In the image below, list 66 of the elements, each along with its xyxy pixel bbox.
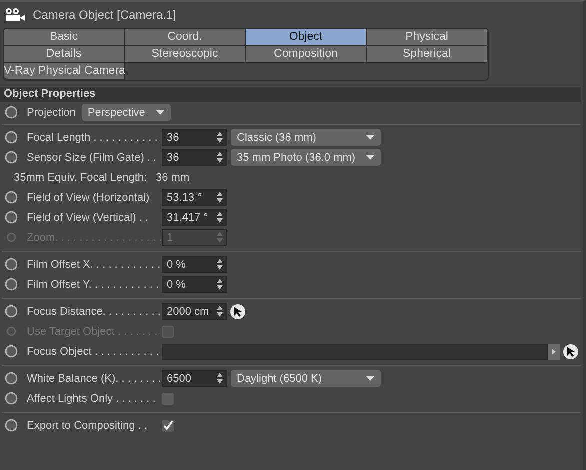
circle-icon[interactable] [5,345,18,358]
circle-icon[interactable] [5,191,18,204]
circle-icon[interactable] [5,106,18,119]
caret-icon [366,135,375,140]
circle-icon[interactable] [5,305,18,318]
film-camera-icon [5,8,25,22]
preset-dropdown[interactable]: Daylight (6500 K) [231,370,381,387]
projection-dropdown[interactable]: Perspective [82,104,171,121]
tab[interactable]: Coord. [125,29,246,46]
circle-icon[interactable] [5,211,18,224]
tab[interactable]: Details [4,46,125,63]
spinner-icon[interactable] [217,152,223,163]
spinner-icon[interactable] [217,306,223,317]
tab[interactable]: V-Ray Physical Camera [4,63,125,80]
tab[interactable]: Basic [4,29,125,46]
number-field[interactable]: 36 [162,129,227,146]
circle-icon[interactable] [5,258,18,271]
number-field[interactable]: 6500 [162,370,227,387]
number-field[interactable]: 36 [162,149,227,166]
tab[interactable]: Composition [246,46,367,63]
circle-icon[interactable] [5,278,18,291]
window-title: Camera Object [Camera.1] [33,8,176,22]
preset-dropdown[interactable]: Classic (36 mm) [231,129,381,146]
caret-icon [366,155,375,160]
field-label: White Balance (K). . . . . . . . [27,372,162,384]
field-label: Field of View (Horizontal) [27,192,151,204]
field-value: 36 mm [156,172,190,184]
arrow-button[interactable] [548,344,560,360]
number-field[interactable]: 0 % [162,276,227,293]
circle-icon[interactable] [5,131,18,144]
circle-icon[interactable] [5,392,18,405]
circle-icon[interactable] [5,151,18,164]
spinner-icon[interactable] [217,373,223,384]
field-label: Sensor Size (Film Gate) . . [27,152,158,164]
number-field[interactable]: 0 % [162,256,227,273]
field-label: Film Offset Y. . . . . . . . . . . . [27,278,160,290]
field-label: Focus Object . . . . . . . . . . . [27,346,160,358]
circle-icon[interactable] [5,372,18,385]
spinner-icon[interactable] [217,212,223,223]
preset-dropdown[interactable]: 35 mm Photo (36.0 mm) [231,149,381,166]
field-label: Focus Distance. . . . . . . . . . [27,306,162,318]
field-label: Film Offset X. . . . . . . . . . . . [27,258,162,270]
circle-icon[interactable] [5,419,18,432]
tab[interactable]: Stereoscopic [125,46,246,63]
caret-icon [156,110,165,115]
field-label: 35mm Equiv. Focal Length: [13,172,148,184]
field-label: Field of View (Vertical) . . [27,212,150,224]
field-label: Projection [27,106,76,118]
object-link-field[interactable] [162,344,548,360]
spinner-icon[interactable] [217,132,223,143]
triangle-icon [552,348,556,354]
spinner-icon[interactable] [217,192,223,203]
tab[interactable]: Object [246,29,367,46]
number-field[interactable]: 2000 cm [162,303,227,320]
spinner-icon[interactable] [217,259,223,270]
tab[interactable]: Physical [367,29,488,46]
tab[interactable]: Spherical [367,46,488,63]
field-label: Focal Length . . . . . . . . . . . [27,132,159,144]
caret-icon [366,376,375,381]
checkbox[interactable] [162,392,174,404]
spinner-icon[interactable] [217,279,223,290]
section-header: Object Properties [0,87,581,102]
field-label: Export to Compositing . . [27,420,148,432]
number-field[interactable]: 31.417 ° [162,209,227,226]
field-label: Affect Lights Only . . . . . . . [27,392,157,404]
number-field[interactable]: 53.13 ° [162,189,227,206]
